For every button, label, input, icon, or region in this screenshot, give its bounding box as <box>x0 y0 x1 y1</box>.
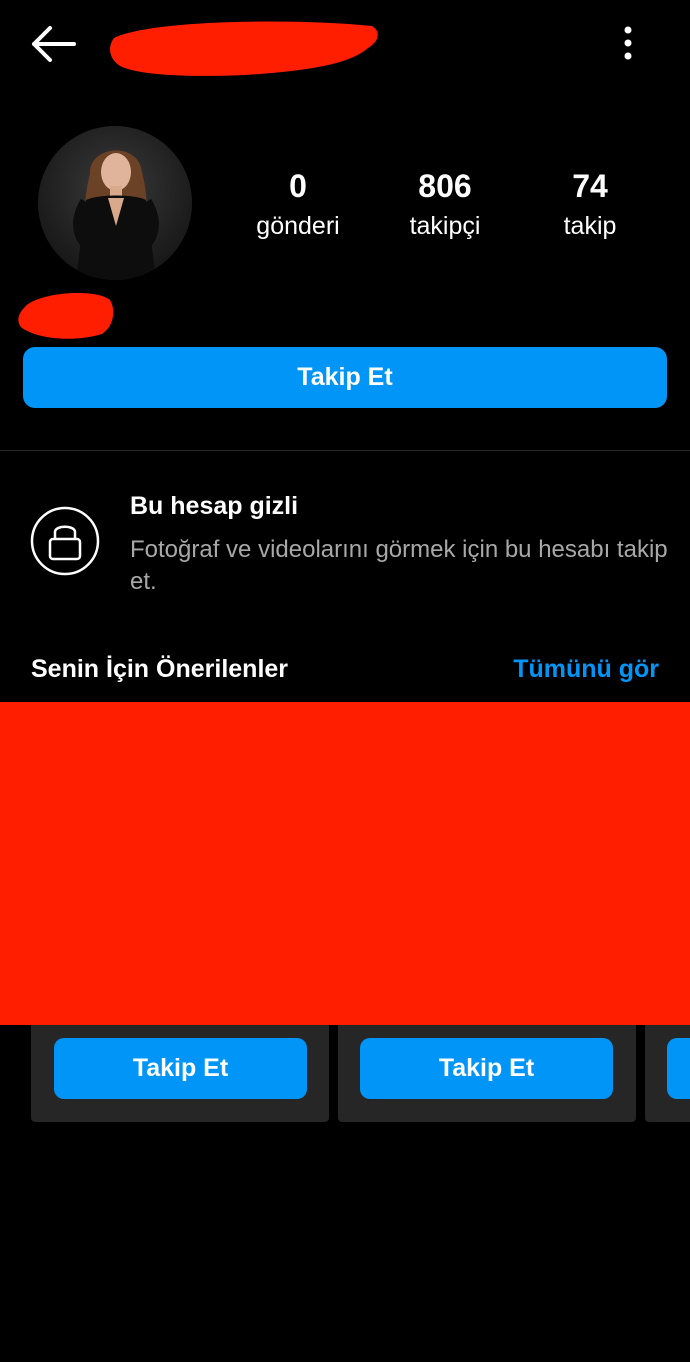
suggestions-redaction <box>0 702 690 1025</box>
divider <box>0 450 690 451</box>
private-account-description: Fotoğraf ve videolarını görmek için bu h… <box>130 536 668 595</box>
posts-label: gönderi <box>256 212 340 240</box>
suggestion-follow-button-partial[interactable] <box>667 1038 690 1099</box>
suggestions-title: Senin İçin Önerilenler <box>31 655 289 683</box>
avatar[interactable] <box>38 126 192 280</box>
stat-posts: 0 gönderi <box>223 166 373 246</box>
follow-button[interactable]: Takip Et <box>23 347 667 408</box>
following-label: takip <box>563 212 617 240</box>
stat-followers[interactable]: 806 takipçi <box>370 166 520 246</box>
posts-count: 0 <box>289 168 307 204</box>
suggestion-follow-button[interactable]: Takip Et <box>54 1038 307 1099</box>
more-vertical-icon[interactable] <box>612 22 644 66</box>
username-redaction <box>110 21 378 76</box>
suggestion-follow-button[interactable]: Takip Et <box>360 1038 613 1099</box>
stat-following[interactable]: 74 takip <box>515 166 665 246</box>
name-redaction <box>18 293 114 339</box>
see-all-link[interactable]: Tümünü gör <box>513 652 659 686</box>
top-bar <box>0 0 690 90</box>
followers-count: 806 <box>418 168 472 204</box>
private-account-title: Bu hesap gizli <box>130 492 299 520</box>
following-count: 74 <box>572 168 608 204</box>
lock-icon <box>30 506 100 576</box>
profile-photo <box>38 126 192 280</box>
arrow-left-icon[interactable] <box>28 22 80 66</box>
followers-label: takipçi <box>409 212 481 240</box>
